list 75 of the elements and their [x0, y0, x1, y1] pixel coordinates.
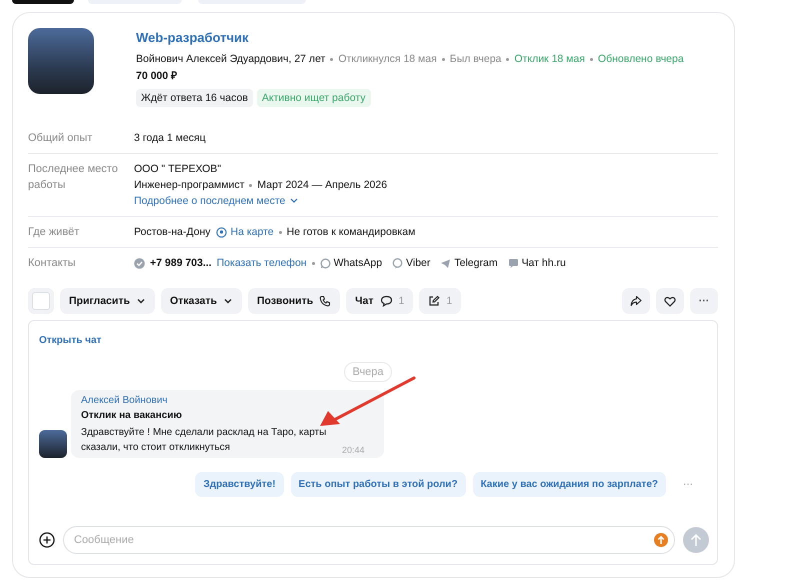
message-author: Алексей Войнович	[81, 395, 168, 406]
job-period: Март 2024 — Апрель 2026	[257, 178, 388, 193]
photo-placeholder	[28, 28, 94, 94]
show-phone-link[interactable]: Показать телефон	[216, 255, 307, 271]
map-link[interactable]: На карте	[216, 224, 274, 240]
company-name: ООО " ТЕРЕХОВ"	[134, 162, 222, 177]
chat-bubble-icon	[380, 295, 393, 307]
status-badge: Активно ищет работу	[256, 89, 371, 107]
map-pin-icon	[216, 226, 226, 238]
action-button[interactable]: Позвонить	[248, 288, 340, 314]
status-text: Был вчера	[450, 53, 502, 65]
separator-dot	[330, 58, 334, 60]
messenger-link[interactable]: Чат hh.ru	[508, 255, 566, 271]
messenger-link[interactable]: WhatsApp	[320, 255, 382, 271]
salary: 70 000 ₽	[136, 69, 178, 82]
phone-number: +7 989 703...	[150, 256, 212, 271]
arrow-up-icon	[690, 533, 702, 547]
chat-bubble-icon	[392, 258, 404, 268]
plus-circle-icon	[39, 532, 55, 548]
message-subject: Отклик на вакансию	[81, 410, 183, 421]
caret-icon	[223, 296, 233, 306]
upload-badge-icon	[654, 533, 668, 547]
quick-reply-button[interactable]: Какие у вас ожидания по зарплате?	[472, 472, 666, 497]
caret-icon	[136, 296, 146, 306]
chat-bubble-icon	[320, 258, 331, 268]
separator-dot	[442, 58, 445, 60]
add-button[interactable]	[39, 532, 55, 548]
travel-status: Не готов к командировкам	[286, 225, 416, 240]
open-chat-link[interactable]: Открыть чат	[39, 335, 102, 346]
message-text: Здравствуйте ! Мне сделали расклад на Таро, карты сказали, что стоит откликнуться	[81, 426, 328, 455]
share-arrow-icon	[630, 295, 642, 307]
paper-plane-icon	[440, 258, 452, 268]
details-link[interactable]: Подробнее о последнем месте	[134, 193, 388, 209]
tab-stub[interactable]	[12, 0, 74, 4]
messenger-link[interactable]: Telegram	[440, 255, 498, 271]
more-button[interactable]: ···	[673, 479, 697, 490]
separator-dot	[278, 230, 282, 234]
city-name: Ростов-на-Дону	[134, 225, 210, 240]
messenger-link[interactable]: Viber	[392, 255, 430, 271]
status-text: Обновлено вчера	[598, 53, 684, 65]
status-text: Откликнулся 18 мая	[338, 53, 437, 65]
select-checkbox[interactable]	[28, 288, 54, 314]
separator-dot	[312, 262, 315, 264]
avatar-placeholder	[39, 430, 67, 458]
field-value: 3 года 1 месяц	[134, 131, 206, 146]
heart-icon	[664, 296, 676, 306]
message-input[interactable]: Сообщение	[63, 526, 675, 554]
verified-check-icon	[134, 258, 145, 268]
chevron-down-icon	[289, 197, 300, 205]
favorite-button[interactable]	[656, 288, 684, 314]
speech-bubble-icon	[508, 258, 519, 268]
action-button[interactable]: Пригласить	[60, 288, 155, 314]
action-button[interactable]: Чат 1	[346, 288, 414, 314]
candidate-name: Войнович Алексей Эдуардович, 27 лет	[136, 53, 326, 65]
quick-reply-button[interactable]: Здравствуйте!	[195, 472, 284, 497]
date-chip: Вчера	[344, 362, 392, 382]
share-button[interactable]	[622, 288, 650, 314]
separator-dot	[249, 184, 252, 186]
edit-icon	[428, 295, 440, 307]
status-badge: Ждёт ответа 16 часов	[136, 89, 253, 107]
separator-dot	[590, 58, 593, 60]
field-label: Контакты	[28, 256, 77, 271]
job-position: Инженер-программист	[134, 178, 244, 193]
field-label: Последнее место работы	[28, 162, 119, 193]
field-label: Где живёт	[28, 225, 80, 240]
phone-icon	[319, 295, 332, 307]
field-label: Общий опыт	[28, 131, 94, 146]
separator-dot	[506, 58, 510, 60]
message-time: 20:44	[342, 445, 365, 455]
more-button[interactable]: ···	[690, 288, 718, 314]
status-text: Отклик 18 мая	[514, 53, 585, 65]
quick-reply-button[interactable]: Есть опыт работы в этой роли?	[290, 472, 466, 497]
vacancy-title-link[interactable]: Web-разработчик	[136, 30, 684, 45]
edit-button[interactable]: 1	[419, 288, 462, 314]
action-button[interactable]: Отказать	[160, 288, 242, 314]
